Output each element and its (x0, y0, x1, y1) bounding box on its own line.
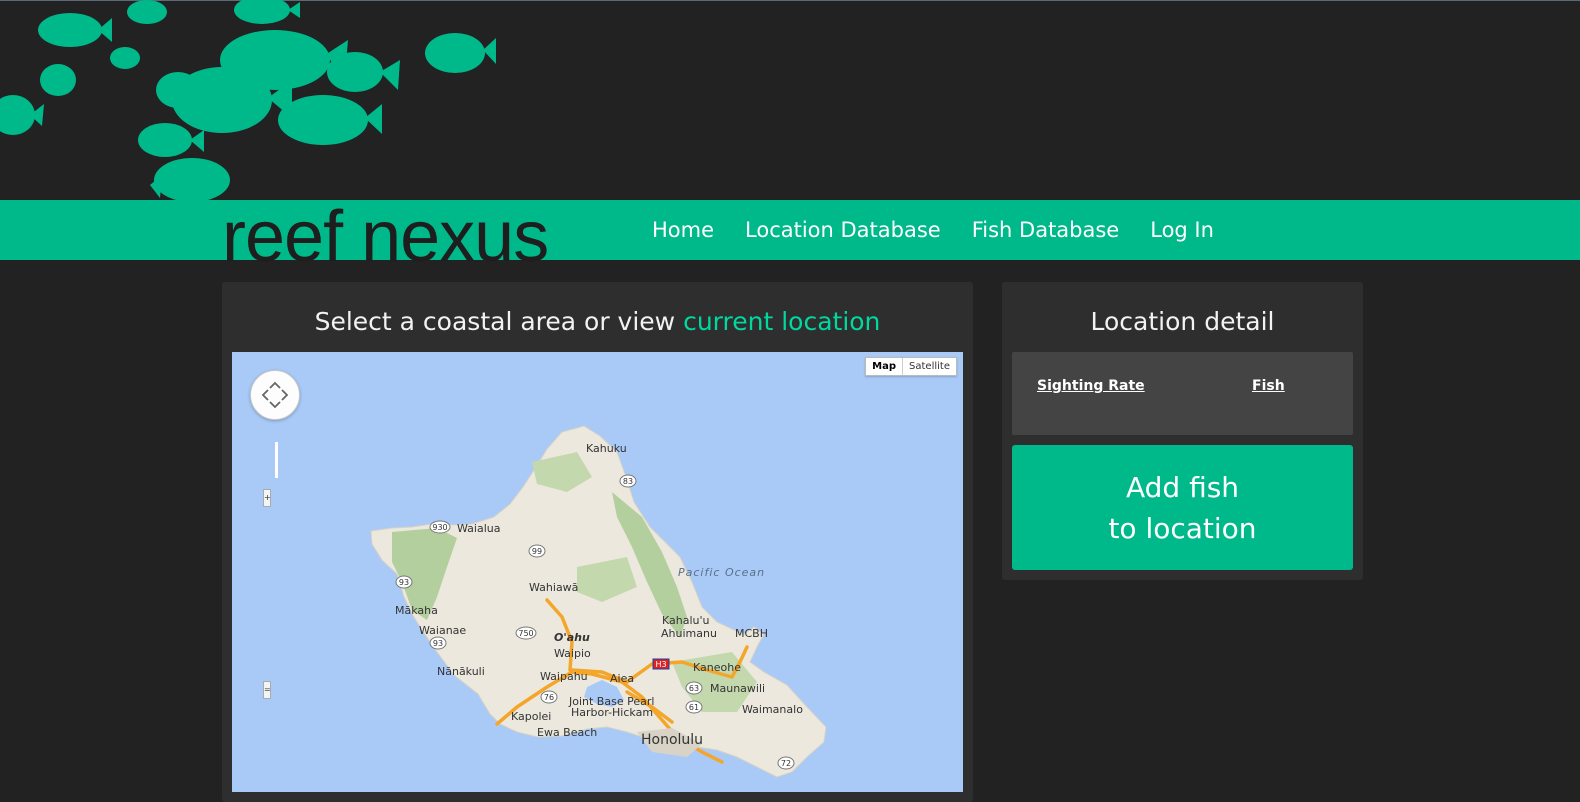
shield-72: 72 (781, 759, 791, 768)
fish-school-logo (0, 0, 496, 200)
nav-log-in[interactable]: Log In (1150, 218, 1214, 242)
nav-links: Home Location Database Fish Database Log… (652, 200, 1245, 260)
shield-h3: H3 (655, 660, 666, 669)
label-wahiawa: Wahiawā (529, 581, 578, 594)
current-location-link[interactable]: current location (683, 307, 880, 336)
label-waimanalo: Waimanalo (742, 703, 803, 716)
label-waialua: Waialua (457, 522, 500, 535)
label-pacific-ocean: Pacific Ocean (678, 566, 765, 579)
pan-control[interactable] (250, 370, 300, 420)
label-mcbh: MCBH (735, 627, 768, 640)
shield-750: 750 (518, 629, 533, 638)
label-kahuku: Kahuku (586, 442, 627, 455)
map-panel-title-text: Select a coastal area or view (314, 307, 684, 336)
shield-93-south: 93 (433, 639, 443, 648)
label-kahaluu: Kahalu'u (662, 614, 710, 627)
nav-fish-database[interactable]: Fish Database (972, 218, 1120, 242)
brand-logo[interactable]: reef nexus (222, 197, 549, 277)
map-type-control: Map Satellite (865, 357, 957, 376)
map-panel-title: Select a coastal area or view current lo… (222, 307, 973, 336)
shield-76: 76 (544, 693, 554, 702)
label-makaha: Mākaha (395, 604, 438, 617)
label-kapolei: Kapolei (511, 710, 551, 723)
location-detail-table: Sighting Rate Fish (1012, 352, 1353, 435)
add-button-line1: Add fish (1125, 470, 1240, 504)
zoom-in-icon[interactable]: + (263, 489, 271, 507)
shield-93-north: 93 (399, 578, 409, 587)
add-button-line2: to location (1108, 511, 1257, 545)
shield-99: 99 (532, 547, 542, 556)
label-jbph-line2: Harbor-Hickam (571, 706, 653, 719)
map-type-map-button[interactable]: Map (866, 358, 904, 375)
oahu-map: Kahuku Waialua Wahiawā O'ahu Mākaha Waia… (370, 425, 827, 778)
nav-home[interactable]: Home (652, 218, 714, 242)
pan-arrows-icon (261, 381, 289, 409)
label-waipio: Waipio (554, 647, 591, 660)
location-detail-title: Location detail (1090, 307, 1275, 336)
add-fish-to-location-button[interactable]: Add fish to location (1012, 445, 1353, 570)
label-maunawili: Maunawili (710, 682, 765, 695)
nav-location-database[interactable]: Location Database (745, 218, 941, 242)
shield-63: 63 (689, 684, 699, 693)
map-type-satellite-button[interactable]: Satellite (903, 358, 956, 375)
zoom-slider-track[interactable] (275, 442, 278, 478)
column-fish[interactable]: Fish (1252, 378, 1285, 394)
location-detail-panel: Location detail Sighting Rate Fish Add f… (1002, 282, 1363, 580)
shield-83: 83 (623, 477, 633, 486)
zoom-handle-icon[interactable]: = (263, 681, 271, 699)
label-ewa-beach: Ewa Beach (537, 726, 597, 739)
label-aiea: Aiea (610, 672, 634, 685)
shield-930: 930 (432, 523, 447, 532)
label-nanakuli: Nānākuli (437, 665, 485, 678)
label-ahuimanu: Ahuimanu (661, 627, 717, 640)
label-honolulu: Honolulu (641, 732, 703, 748)
label-waipahu: Waipahu (540, 670, 588, 683)
island-oahu (370, 425, 827, 778)
label-oahu: O'ahu (554, 631, 590, 644)
label-waianae: Waianae (419, 624, 466, 637)
shield-61: 61 (689, 703, 699, 712)
map-view[interactable]: Kahuku Waialua Wahiawā O'ahu Mākaha Waia… (232, 352, 963, 792)
column-sighting-rate[interactable]: Sighting Rate (1037, 378, 1145, 394)
label-kaneohe: Kaneohe (693, 661, 741, 674)
